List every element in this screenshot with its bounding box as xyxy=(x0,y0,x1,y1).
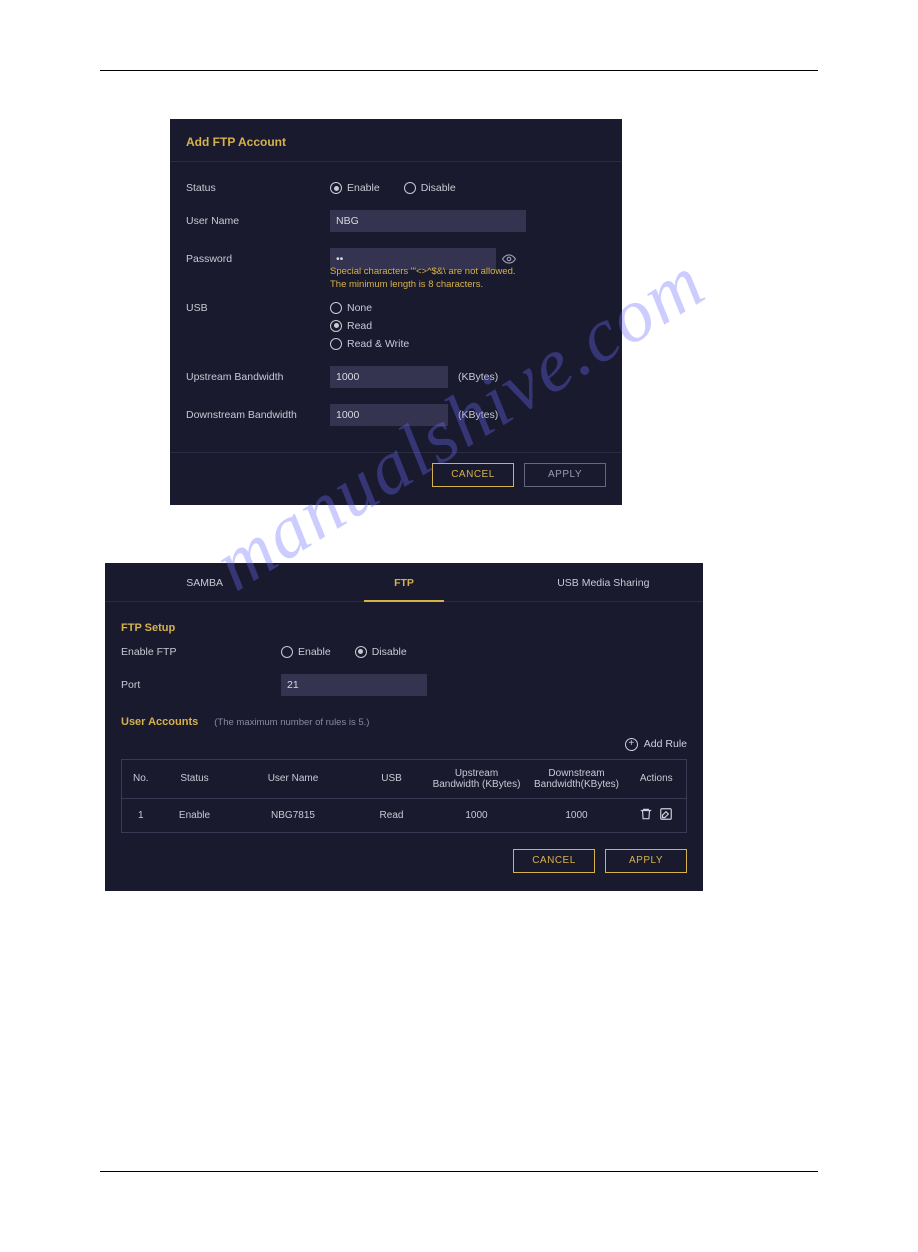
cell-username: NBG7815 xyxy=(230,798,357,832)
cancel-button[interactable]: CANCEL xyxy=(432,463,514,487)
tab-samba[interactable]: SAMBA xyxy=(105,563,304,601)
cell-up: 1000 xyxy=(427,798,527,832)
password-label: Password xyxy=(186,253,330,265)
table-row: 1 Enable NBG7815 Read 1000 1000 xyxy=(122,798,687,832)
edit-icon[interactable] xyxy=(659,807,673,821)
radio-icon xyxy=(404,182,416,194)
add-rule-label: Add Rule xyxy=(644,738,687,750)
radio-label: Enable xyxy=(298,646,331,658)
ftp-setup-title: FTP Setup xyxy=(121,622,687,634)
col-up: Upstream Bandwidth (KBytes) xyxy=(427,759,527,798)
radio-icon xyxy=(281,646,293,658)
radio-icon xyxy=(330,182,342,194)
trash-icon[interactable] xyxy=(639,807,653,821)
add-ftp-account-panel: Add FTP Account Status Enable Disable Us… xyxy=(170,119,622,505)
accounts-table: No. Status User Name USB Upstream Bandwi… xyxy=(121,759,687,833)
status-label: Status xyxy=(186,182,330,194)
col-down: Downstream Bandwidth(KBytes) xyxy=(527,759,627,798)
col-status: Status xyxy=(160,759,230,798)
upstream-input[interactable] xyxy=(330,366,448,388)
username-label: User Name xyxy=(186,215,330,227)
upstream-label: Upstream Bandwidth xyxy=(186,371,330,383)
tab-ftp[interactable]: FTP xyxy=(304,563,503,601)
radio-label: Disable xyxy=(421,182,456,194)
radio-label: Enable xyxy=(347,182,380,194)
apply-button[interactable]: APPLY xyxy=(605,849,687,873)
add-rule-button[interactable]: + Add Rule xyxy=(625,738,687,751)
enable-ftp-label: Enable FTP xyxy=(121,646,281,658)
port-input[interactable] xyxy=(281,674,427,696)
col-usb: USB xyxy=(357,759,427,798)
port-label: Port xyxy=(121,679,281,691)
usb-label: USB xyxy=(186,302,330,314)
cell-usb: Read xyxy=(357,798,427,832)
radio-label: Read xyxy=(347,320,372,332)
ftp-setup-panel: SAMBA FTP USB Media Sharing FTP Setup En… xyxy=(105,563,703,891)
col-no: No. xyxy=(122,759,160,798)
cancel-button[interactable]: CANCEL xyxy=(513,849,595,873)
usb-none-radio[interactable]: None xyxy=(330,302,372,314)
usb-read-radio[interactable]: Read xyxy=(330,320,372,332)
page-divider-bottom xyxy=(100,1171,818,1172)
tab-bar: SAMBA FTP USB Media Sharing xyxy=(105,563,703,602)
radio-label: Disable xyxy=(372,646,407,658)
radio-icon xyxy=(330,320,342,332)
downstream-unit: (KBytes) xyxy=(458,409,498,421)
status-disable-radio[interactable]: Disable xyxy=(404,182,456,194)
usb-readwrite-radio[interactable]: Read & Write xyxy=(330,338,409,350)
col-username: User Name xyxy=(230,759,357,798)
upstream-unit: (KBytes) xyxy=(458,371,498,383)
cell-down: 1000 xyxy=(527,798,627,832)
downstream-label: Downstream Bandwidth xyxy=(186,409,330,421)
radio-icon xyxy=(330,302,342,314)
tab-usb-media[interactable]: USB Media Sharing xyxy=(504,563,703,601)
user-accounts-note: (The maximum number of rules is 5.) xyxy=(214,717,369,728)
apply-button[interactable]: APPLY xyxy=(524,463,606,487)
panel-title: Add FTP Account xyxy=(170,119,622,162)
radio-label: None xyxy=(347,302,372,314)
page-divider-top xyxy=(100,70,818,71)
enable-ftp-enable-radio[interactable]: Enable xyxy=(281,646,331,658)
enable-ftp-disable-radio[interactable]: Disable xyxy=(355,646,407,658)
status-enable-radio[interactable]: Enable xyxy=(330,182,380,194)
username-input[interactable] xyxy=(330,210,526,232)
col-actions: Actions xyxy=(627,759,687,798)
downstream-input[interactable] xyxy=(330,404,448,426)
radio-icon xyxy=(330,338,342,350)
eye-icon[interactable] xyxy=(502,252,516,266)
radio-label: Read & Write xyxy=(347,338,409,350)
cell-no: 1 xyxy=(122,798,160,832)
radio-icon xyxy=(355,646,367,658)
user-accounts-title: User Accounts xyxy=(121,716,198,728)
plus-icon: + xyxy=(625,738,638,751)
cell-status: Enable xyxy=(160,798,230,832)
